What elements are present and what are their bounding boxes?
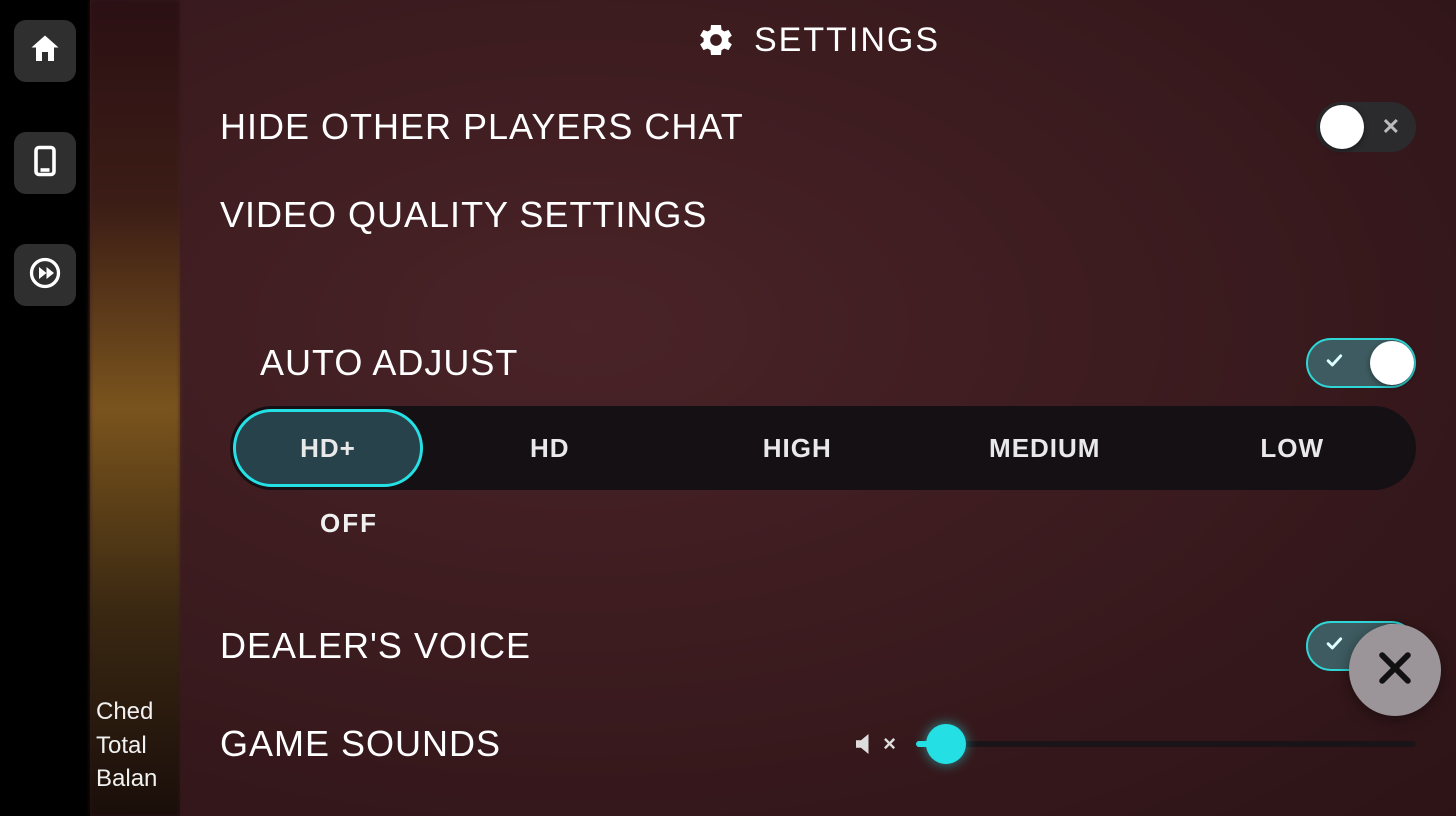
- slider-handle[interactable]: [926, 724, 966, 764]
- close-icon: ✕: [1382, 114, 1400, 140]
- mute-icon[interactable]: ×: [851, 729, 896, 759]
- auto-adjust-label: AUTO ADJUST: [220, 342, 518, 384]
- bg-line-2: Total: [96, 729, 157, 763]
- bg-line-3: Balan: [96, 762, 157, 796]
- close-icon: [1373, 646, 1417, 695]
- home-button[interactable]: [14, 20, 76, 82]
- dealers-voice-label: DEALER'S VOICE: [220, 625, 531, 667]
- fast-forward-button[interactable]: [14, 244, 76, 306]
- quality-option-hd[interactable]: HD: [426, 406, 674, 490]
- background-status-text: Ched Total Balan: [96, 695, 157, 796]
- close-button[interactable]: [1349, 624, 1441, 716]
- panel-header: SETTINGS: [220, 0, 1416, 90]
- home-icon: [27, 31, 63, 72]
- device-button[interactable]: [14, 132, 76, 194]
- check-icon: [1324, 350, 1344, 376]
- row-auto-adjust: AUTO ADJUST: [220, 326, 1416, 400]
- check-icon: [1324, 633, 1344, 659]
- quality-off-label: OFF: [230, 490, 1416, 539]
- mute-x-glyph: ×: [883, 731, 896, 757]
- game-sounds-control: ×: [851, 729, 1416, 759]
- settings-panel: SETTINGS HIDE OTHER PLAYERS CHAT ✕ VIDEO…: [180, 0, 1456, 816]
- quality-option-low[interactable]: LOW: [1169, 406, 1417, 490]
- game-sounds-slider[interactable]: [916, 741, 1416, 747]
- quality-option-high[interactable]: HIGH: [674, 406, 922, 490]
- gear-icon: [696, 20, 736, 60]
- row-hide-chat: HIDE OTHER PLAYERS CHAT ✕: [220, 90, 1416, 164]
- page-title: SETTINGS: [754, 21, 940, 60]
- row-game-sounds: GAME SOUNDS ×: [220, 683, 1416, 777]
- quality-segment-wrapper: HD+ HD HIGH MEDIUM LOW OFF: [220, 400, 1416, 539]
- toggle-knob: [1320, 105, 1364, 149]
- game-sounds-label: GAME SOUNDS: [220, 723, 501, 765]
- fast-forward-icon: [27, 255, 63, 296]
- hide-chat-toggle[interactable]: ✕: [1316, 102, 1416, 152]
- toggle-knob: [1370, 341, 1414, 385]
- bg-line-1: Ched: [96, 695, 157, 729]
- quality-option-hd-plus[interactable]: HD+: [233, 409, 423, 487]
- left-rail: [0, 0, 90, 816]
- auto-adjust-toggle[interactable]: [1306, 338, 1416, 388]
- quality-option-medium[interactable]: MEDIUM: [921, 406, 1169, 490]
- video-quality-section-title: VIDEO QUALITY SETTINGS: [220, 164, 1416, 256]
- hide-chat-label: HIDE OTHER PLAYERS CHAT: [220, 106, 744, 148]
- quality-segmented-control: HD+ HD HIGH MEDIUM LOW: [230, 406, 1416, 490]
- background-game-sliver: [90, 0, 180, 816]
- row-dealers-voice: DEALER'S VOICE: [220, 609, 1416, 683]
- tablet-icon: [27, 143, 63, 184]
